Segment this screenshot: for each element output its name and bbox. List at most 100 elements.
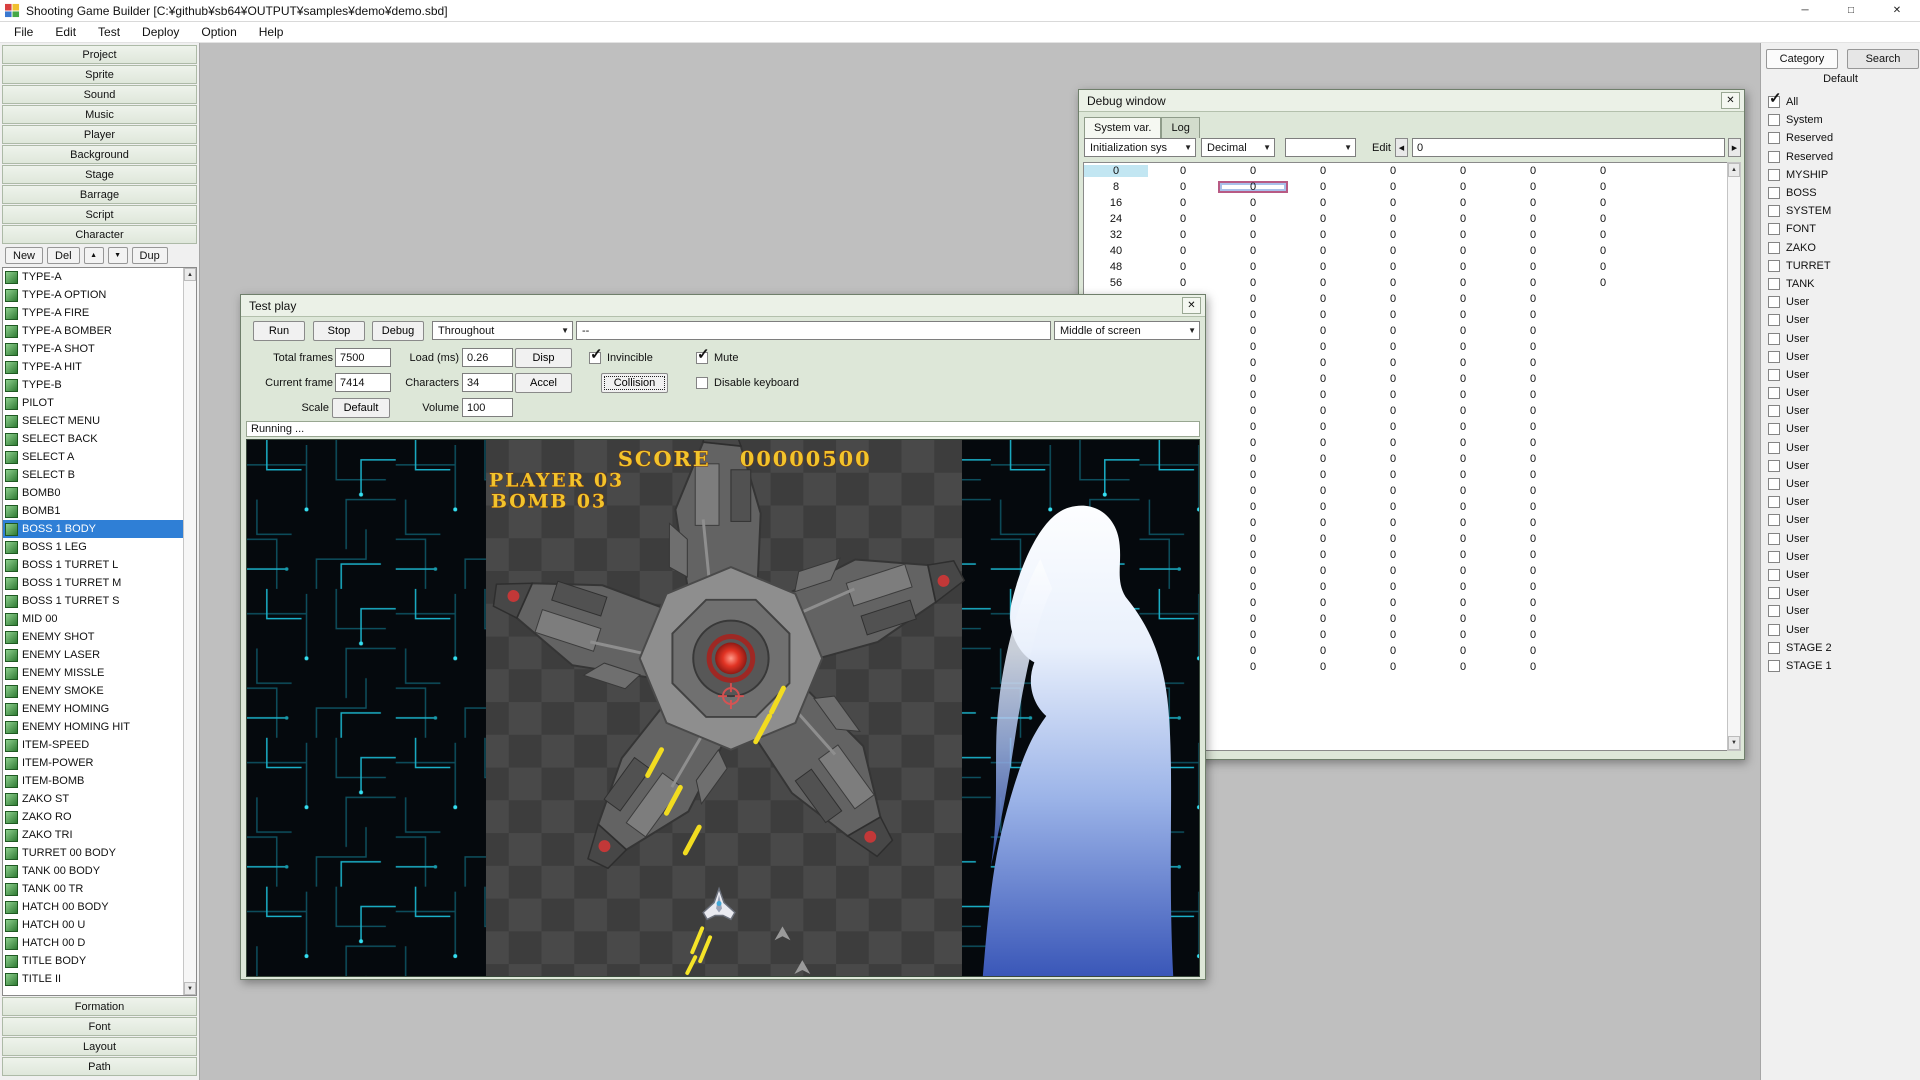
disable-keyboard-checkbox[interactable]: Disable keyboard [696,373,799,393]
debug-cell[interactable]: 0 [1498,389,1568,401]
checkbox-icon[interactable] [1768,314,1780,326]
category-filter-item[interactable]: User [1764,475,1917,493]
debug-cell[interactable]: 0 [1218,245,1288,257]
sprite-list-item[interactable]: TYPE-A HIT [3,358,183,376]
menu-item-test[interactable]: Test [87,22,131,42]
minimize-icon[interactable]: ─ [1782,0,1828,21]
debug-cell[interactable]: 0 [1358,405,1428,417]
debug-cell[interactable]: 0 [1288,325,1358,337]
debug-cell[interactable]: 0 [1358,453,1428,465]
category-button-character[interactable]: Character [2,225,197,244]
category-filter-item[interactable]: User [1764,584,1917,602]
sprite-list-item[interactable]: TYPE-A FIRE [3,304,183,322]
sprite-list-item[interactable]: TYPE-A [3,268,183,286]
debug-cell[interactable]: 0 [1568,277,1638,289]
category-button-path[interactable]: Path [2,1057,197,1076]
debug-cell[interactable]: 0 [1288,229,1358,241]
menu-item-edit[interactable]: Edit [44,22,87,42]
debug-cell[interactable]: 0 [1288,261,1358,273]
debug-cell[interactable]: 0 [1218,437,1288,449]
sprite-list-item[interactable]: SELECT BACK [3,430,183,448]
debug-cell[interactable]: 0 [1358,613,1428,625]
debug-cell[interactable]: 0 [1358,661,1428,673]
tab-search[interactable]: Search [1847,49,1919,69]
debug-cell[interactable]: 0 [1498,501,1568,513]
sprite-list-item[interactable]: ENEMY SHOT [3,628,183,646]
sprite-list-item[interactable]: BOMB1 [3,502,183,520]
debug-cell[interactable]: 0 [1218,213,1288,225]
tab-log[interactable]: Log [1161,117,1199,138]
debug-cell[interactable]: 0 [1358,357,1428,369]
debug-cell[interactable]: 0 [1288,565,1358,577]
category-button-formation[interactable]: Formation [2,997,197,1016]
variable-type-select[interactable]: Initialization sys ▼ [1084,138,1196,157]
debug-cell[interactable]: 0 [1428,565,1498,577]
debug-cell[interactable]: 0 [1498,229,1568,241]
checkbox-icon[interactable] [1768,205,1780,217]
debug-cell[interactable]: 0 [1288,469,1358,481]
debug-cell[interactable]: 0 [1358,437,1428,449]
debug-cell[interactable]: 0 [1288,213,1358,225]
debug-cell[interactable]: 0 [1428,549,1498,561]
sprite-list-item[interactable]: HATCH 00 D [3,934,183,952]
debug-cell[interactable]: 0 [1358,277,1428,289]
debug-cell[interactable]: 0 [1288,277,1358,289]
debug-cell[interactable]: 0 [1218,517,1288,529]
debug-cell[interactable]: 0 [1358,645,1428,657]
debug-cell[interactable]: 0 [1568,181,1638,193]
debug-cell[interactable]: 0 [1218,261,1288,273]
debug-cell[interactable]: 0 [1428,261,1498,273]
debug-cell[interactable]: 0 [1358,325,1428,337]
debug-cell[interactable]: 0 [1288,533,1358,545]
debug-button[interactable]: Debug [372,321,424,341]
debug-cell[interactable]: 0 [1498,293,1568,305]
debug-row-label[interactable]: 24 [1084,213,1148,225]
debug-cell[interactable]: 0 [1428,245,1498,257]
debug-cell[interactable]: 0 [1428,325,1498,337]
debug-cell[interactable]: 0 [1288,517,1358,529]
category-filter-item[interactable]: ZAKO [1764,239,1917,257]
debug-cell[interactable]: 0 [1358,293,1428,305]
debug-cell[interactable]: 0 [1428,517,1498,529]
category-filter-item[interactable]: MYSHIP [1764,166,1917,184]
debug-cell[interactable]: 0 [1498,341,1568,353]
checkbox-icon[interactable] [1768,605,1780,617]
maximize-icon[interactable]: □ [1828,0,1874,21]
debug-cell[interactable]: 0 [1498,165,1568,177]
sprite-list-item[interactable]: ENEMY HOMING [3,700,183,718]
category-button-layout[interactable]: Layout [2,1037,197,1056]
debug-cell[interactable]: 0 [1358,341,1428,353]
debug-cell[interactable]: 0 [1428,661,1498,673]
debug-cell[interactable]: 0 [1428,213,1498,225]
tab-category[interactable]: Category [1766,49,1838,69]
debug-cell[interactable]: 0 [1288,485,1358,497]
move-up-icon[interactable]: ▲ [84,247,104,264]
debug-cell[interactable]: 0 [1288,581,1358,593]
mute-checkbox[interactable]: ✓ Mute [696,348,738,368]
scroll-down-icon[interactable]: ▼ [184,982,196,995]
debug-cell[interactable]: 0 [1218,565,1288,577]
category-filter-item[interactable]: TANK [1764,275,1917,293]
sprite-list-item[interactable]: BOSS 1 LEG [3,538,183,556]
category-button-font[interactable]: Font [2,1017,197,1036]
debug-cell[interactable]: 0 [1218,613,1288,625]
checkbox-icon[interactable] [1768,369,1780,381]
sprite-list-item[interactable]: TYPE-A BOMBER [3,322,183,340]
debug-cell[interactable]: 0 [1498,277,1568,289]
category-filter-item[interactable]: User [1764,329,1917,347]
debug-cell[interactable]: 0 [1288,405,1358,417]
debug-cell[interactable]: 0 [1498,645,1568,657]
debug-cell[interactable]: 0 [1358,421,1428,433]
debug-cell[interactable]: 0 [1218,421,1288,433]
debug-cell[interactable]: 0 [1498,197,1568,209]
debug-cell[interactable]: 0 [1218,533,1288,545]
category-filter-item[interactable]: ✓All [1764,93,1917,111]
edit-prev-icon[interactable]: ◀ [1395,138,1408,157]
checkbox-icon[interactable] [1768,533,1780,545]
debug-cell[interactable]: 0 [1218,325,1288,337]
debug-cell[interactable]: 0 [1358,565,1428,577]
debug-cell[interactable]: 0 [1358,245,1428,257]
debug-cell[interactable]: 0 [1288,645,1358,657]
debug-cell[interactable]: 0 [1218,629,1288,641]
checkbox-icon[interactable] [1768,351,1780,363]
